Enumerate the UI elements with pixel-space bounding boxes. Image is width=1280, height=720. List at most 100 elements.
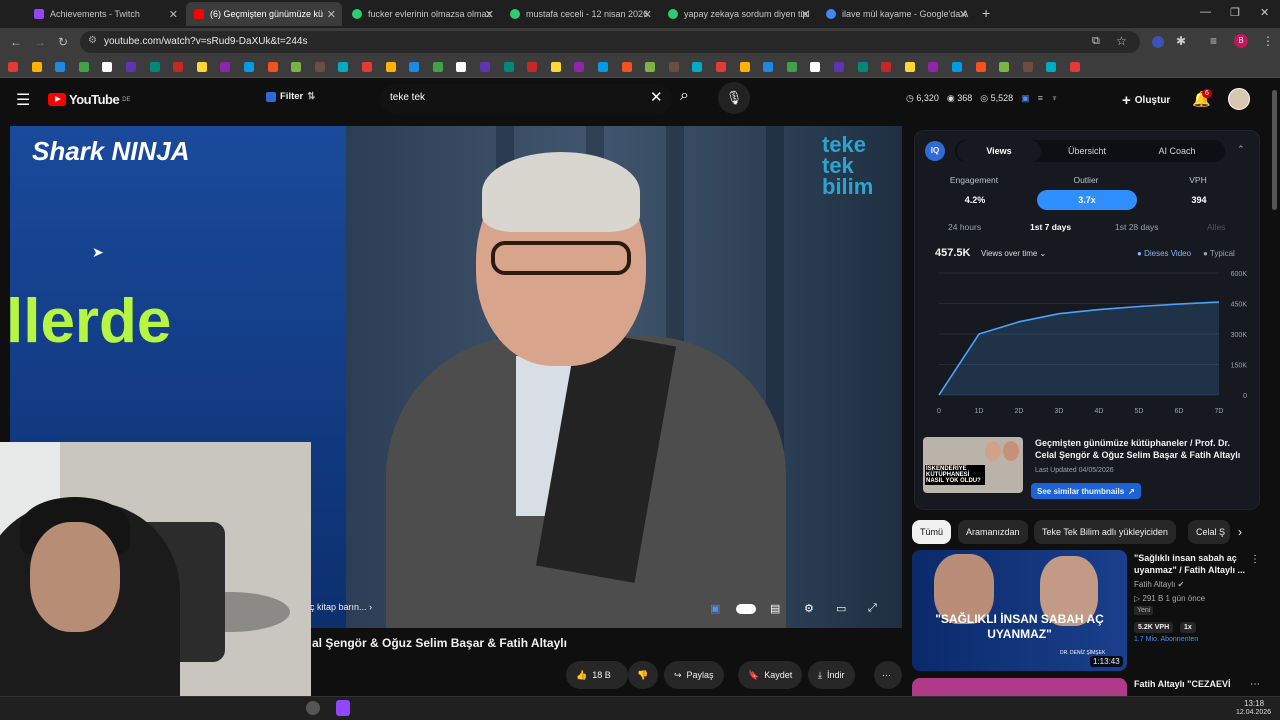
range-24h[interactable]: 24 hours	[948, 222, 981, 232]
bookmark-icon[interactable]	[621, 62, 632, 72]
subtitles-icon[interactable]: ▤	[770, 602, 780, 615]
related-thumbnail[interactable]: İSKENDERİYE KÜTÜPHANESİ NASIL YOK OLDU?	[923, 437, 1023, 493]
miniplayer-icon[interactable]: ▭	[836, 602, 846, 615]
taskbar-maps-icon[interactable]	[336, 700, 350, 716]
menu-kebab-icon[interactable]: ⋮	[1262, 34, 1274, 48]
metric-outlier-value[interactable]: 3.7x	[1037, 190, 1137, 210]
close-icon[interactable]: ✕	[327, 8, 336, 21]
recommendation-item[interactable]: Fatih Altaylı "CEZAEVİ ⋯	[912, 678, 1260, 698]
close-icon[interactable]: ✕	[169, 8, 178, 21]
recommendation-channel[interactable]: Fatih Altaylı ✔	[1134, 580, 1184, 589]
bookmark-icon[interactable]	[55, 62, 66, 72]
chip-from-uploader[interactable]: Teke Tek Bilim adlı yükleyiciden	[1034, 520, 1176, 544]
bookmark-icon[interactable]	[31, 62, 42, 72]
hamburger-menu-icon[interactable]: ☰	[16, 90, 30, 110]
bookmark-icon[interactable]	[126, 62, 136, 72]
range-all[interactable]: Alles	[1207, 222, 1225, 232]
new-tab-button[interactable]: +	[982, 5, 990, 21]
tab-twitch[interactable]: Achievements - Twitch ✕	[26, 2, 184, 26]
range-7d[interactable]: 1st 7 days	[1030, 222, 1071, 232]
bookmark-icon[interactable]	[598, 62, 608, 72]
voice-search-icon[interactable]: 🎙	[718, 82, 750, 114]
iq-icon[interactable]: ▣	[1021, 93, 1030, 104]
share-button[interactable]: ↪ Paylaş	[664, 661, 724, 689]
tab-search-2[interactable]: mustafa ceceli - 12 nisan 2026 ✕	[502, 2, 658, 26]
metric-engagement-value[interactable]: 4.2%	[925, 190, 1025, 210]
bookmark-icon[interactable]	[291, 62, 302, 72]
bookmark-icon[interactable]	[881, 62, 892, 72]
bookmark-icon[interactable]	[149, 62, 160, 72]
reading-list-icon[interactable]: ≡	[1210, 34, 1217, 48]
close-icon[interactable]: ✕	[801, 8, 810, 21]
bookmark-icon[interactable]	[716, 62, 726, 72]
bookmark-icon[interactable]	[668, 62, 679, 72]
reload-icon[interactable]: ↻	[58, 35, 68, 49]
list-icon[interactable]: ≡	[1038, 93, 1043, 104]
fullscreen-icon[interactable]: ⤢	[868, 602, 877, 615]
bookmark-icon[interactable]	[362, 62, 372, 72]
page-scrollbar[interactable]	[1272, 90, 1277, 210]
bookmark-icon[interactable]	[314, 62, 325, 72]
profile-avatar[interactable]: B	[1234, 34, 1248, 48]
like-button[interactable]: 👍 18 B	[566, 661, 628, 689]
bookmark-icon[interactable]	[267, 62, 278, 72]
see-similar-thumbnails-button[interactable]: See similar thumbnails ↗	[1031, 483, 1141, 499]
save-button[interactable]: 🔖 Kaydet	[738, 661, 803, 689]
extension-icon[interactable]	[1152, 36, 1164, 48]
metric-vph-value[interactable]: 394	[1149, 190, 1249, 210]
install-icon[interactable]: ⧉	[1092, 35, 1100, 48]
bookmark-icon[interactable]	[220, 62, 231, 72]
bookmark-icon[interactable]	[456, 62, 467, 72]
chips-next-icon[interactable]: ›	[1238, 525, 1242, 539]
youtube-logo[interactable]: YouTube DE	[48, 92, 131, 107]
bookmark-icon[interactable]	[409, 62, 420, 72]
tab-youtube[interactable]: (6) Geçmişten günümüze kü ✕	[186, 2, 342, 26]
bookmark-icon[interactable]	[857, 62, 868, 72]
bookmark-icon[interactable]	[8, 62, 18, 72]
bookmark-icon[interactable]	[102, 62, 113, 72]
site-info-icon[interactable]: ⚙	[88, 35, 97, 46]
bookmark-icon[interactable]	[834, 62, 844, 72]
create-button[interactable]: + Oluştur	[1122, 92, 1170, 109]
recommendation-item[interactable]: "SAĞLIKLI İNSAN SABAH AÇ UYANMAZ" DR. DE…	[912, 550, 1260, 672]
minimize-icon[interactable]: —	[1200, 6, 1211, 18]
chip-all[interactable]: Tümü	[912, 520, 952, 544]
close-icon[interactable]: ✕	[643, 8, 652, 21]
bookmark-icon[interactable]	[1022, 62, 1033, 72]
iq-player-icon[interactable]: ▣	[710, 602, 720, 615]
bookmark-icon[interactable]	[244, 62, 254, 72]
related-video-title[interactable]: Geçmişten günümüze kütüphaneler / Prof. …	[1035, 437, 1251, 461]
bookmark-icon[interactable]	[432, 62, 443, 72]
forward-icon[interactable]: →	[34, 35, 46, 49]
recommendation-title[interactable]: "Sağlıklı insan sabah aç uyanmaz" / Fati…	[1134, 552, 1246, 576]
range-28d[interactable]: 1st 28 days	[1115, 222, 1158, 232]
tab-ai-coach[interactable]: AI Coach	[1135, 140, 1219, 162]
bookmark-icon[interactable]	[480, 62, 490, 72]
bookmark-icon[interactable]	[786, 62, 797, 72]
dislike-button[interactable]: 👎	[628, 661, 658, 689]
tab-search-3[interactable]: yapay zekaya sordum diyen tipl ✕	[660, 2, 816, 26]
account-avatar[interactable]	[1228, 88, 1250, 110]
bookmark-icon[interactable]	[739, 62, 750, 72]
extensions-puzzle-icon[interactable]: ✱	[1176, 34, 1186, 48]
bookmark-icon[interactable]	[503, 62, 514, 72]
bookmark-star-icon[interactable]: ☆	[1116, 34, 1127, 48]
filter-button[interactable]: Filter ⇅	[266, 91, 315, 102]
bookmark-icon[interactable]	[173, 62, 184, 72]
tab-views[interactable]: Views	[957, 140, 1041, 162]
restore-icon[interactable]: ❐	[1230, 6, 1240, 19]
bookmark-icon[interactable]	[574, 62, 585, 72]
close-icon[interactable]: ✕	[959, 8, 968, 21]
bookmark-icon[interactable]	[1046, 62, 1057, 72]
search-icon[interactable]: ⌕	[680, 87, 689, 105]
chapter-chip[interactable]: ç kitap barın... ›	[310, 602, 372, 612]
bookmark-icon[interactable]	[550, 62, 561, 72]
bookmark-icon[interactable]	[904, 62, 915, 72]
chip-from-search[interactable]: Aramanızdan	[958, 520, 1028, 544]
bookmark-icon[interactable]	[952, 62, 962, 72]
search-input[interactable]: teke tek	[380, 84, 672, 114]
bookmark-icon[interactable]	[78, 62, 89, 72]
collapse-chevron-icon[interactable]: ⌃	[1237, 144, 1245, 155]
close-window-icon[interactable]: ✕	[1260, 6, 1269, 19]
more-options-icon[interactable]: ⋮	[1250, 554, 1260, 565]
